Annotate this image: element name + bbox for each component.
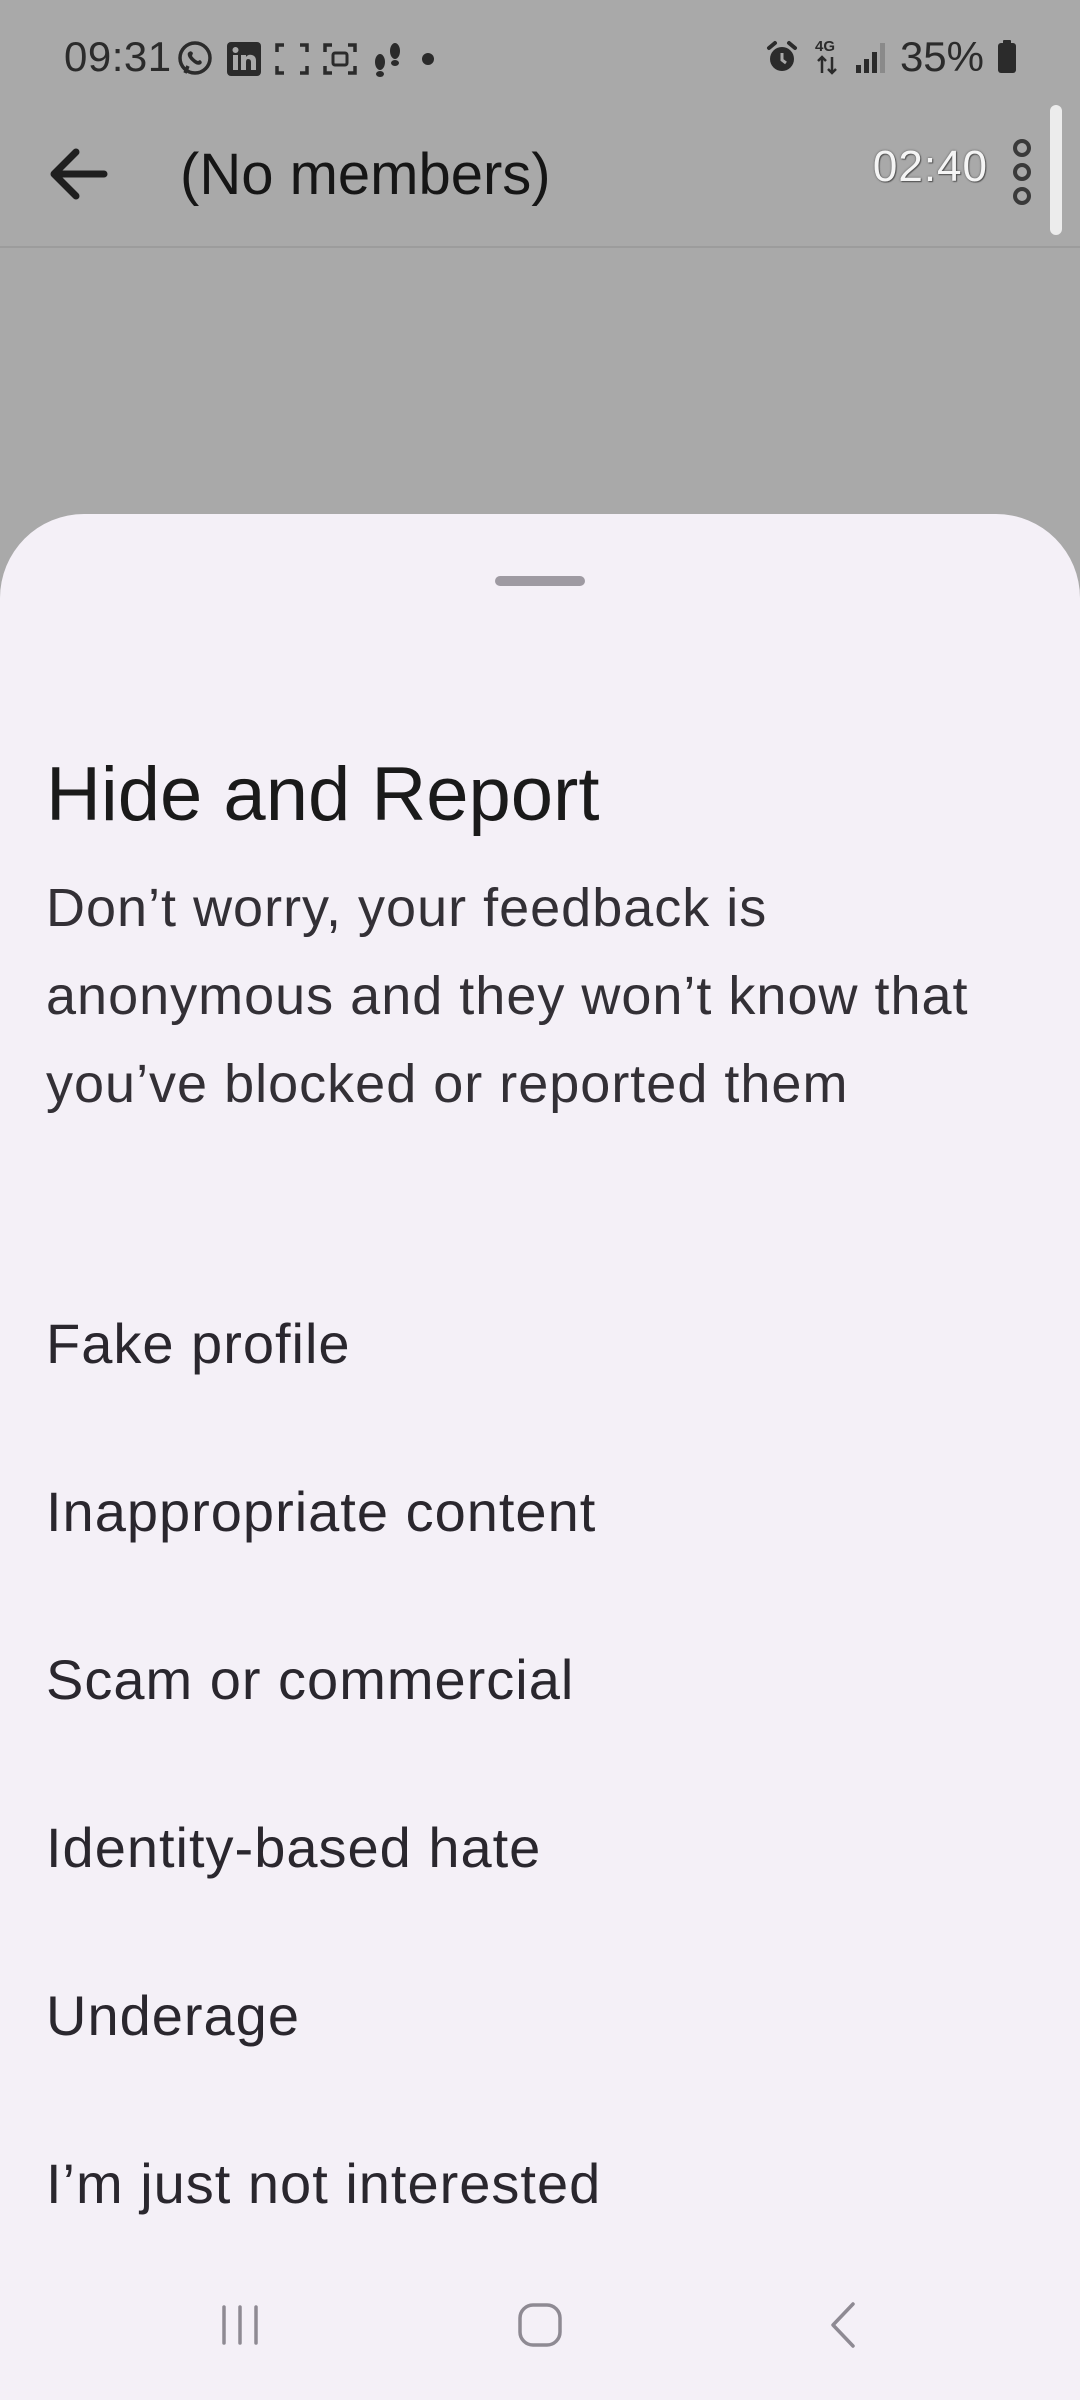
home-button[interactable] bbox=[500, 2285, 580, 2365]
back-nav-icon bbox=[831, 2302, 855, 2348]
sheet-description: Don’t worry, your feedback is anonymous … bbox=[46, 878, 969, 1114]
sheet-title: Hide and Report bbox=[46, 752, 600, 837]
status-time: 09:31 bbox=[64, 33, 172, 80]
network-4g-icon: 4G bbox=[815, 38, 837, 75]
battery-icon bbox=[998, 40, 1016, 73]
dot-icon bbox=[422, 53, 434, 65]
scroll-indicator bbox=[1050, 105, 1062, 235]
linkedin-icon bbox=[227, 42, 261, 76]
option-not-interested[interactable]: I’m just not interested bbox=[0, 2099, 1080, 2267]
alarm-icon bbox=[766, 41, 797, 71]
battery-percentage: 35% bbox=[899, 33, 984, 80]
system-navigation-bar bbox=[0, 2265, 1080, 2400]
drag-handle[interactable] bbox=[495, 576, 585, 586]
recent-apps-icon bbox=[222, 2305, 258, 2345]
screen-record-icon bbox=[323, 43, 357, 75]
notification-icons bbox=[176, 38, 438, 80]
back-button[interactable] bbox=[40, 136, 116, 212]
option-inappropriate-content[interactable]: Inappropriate content bbox=[0, 1427, 1080, 1595]
back-nav-button[interactable] bbox=[805, 2285, 885, 2365]
footsteps-icon bbox=[375, 43, 400, 77]
hide-and-report-sheet: Hide and Report Don’t worry, your feedba… bbox=[0, 514, 1080, 2400]
chat-title: (No members) bbox=[180, 142, 551, 207]
timer-overlay: 02:40 bbox=[872, 142, 988, 191]
screenshot-icon bbox=[275, 43, 309, 75]
more-vert-icon bbox=[1013, 139, 1031, 205]
option-scam-or-commercial[interactable]: Scam or commercial bbox=[0, 1595, 1080, 1763]
system-icons: 4G 35% bbox=[764, 33, 1018, 81]
viber-icon bbox=[178, 41, 212, 75]
option-identity-based-hate[interactable]: Identity-based hate bbox=[0, 1763, 1080, 1931]
app-bar: (No members) 02:40 bbox=[0, 120, 1080, 248]
recent-apps-button[interactable] bbox=[200, 2285, 280, 2365]
svg-text:4G: 4G bbox=[815, 38, 835, 55]
arrow-back-icon bbox=[50, 148, 108, 200]
home-icon bbox=[518, 2303, 562, 2347]
overflow-menu-button[interactable] bbox=[998, 132, 1046, 212]
option-underage[interactable]: Underage bbox=[0, 1931, 1080, 2099]
report-options-list: Fake profile Inappropriate content Scam … bbox=[0, 1259, 1080, 2267]
option-fake-profile[interactable]: Fake profile bbox=[0, 1259, 1080, 1427]
signal-icon bbox=[855, 43, 885, 73]
status-bar: 09:31 4G 35% bbox=[0, 0, 1080, 120]
